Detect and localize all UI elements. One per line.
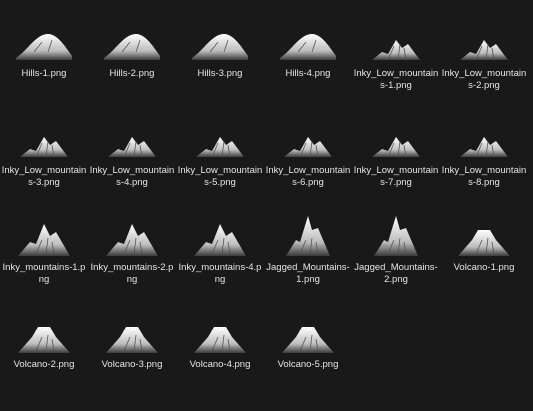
file-name-label: Volcano-2.png [13, 359, 75, 370]
file-name-label: Hills-1.png [21, 68, 67, 79]
file-name-label: Inky_Low_mountains-1.png [353, 68, 439, 91]
volcano-thumbnail-icon [278, 307, 338, 363]
file-tile[interactable]: Volcano-2.png [0, 299, 88, 395]
file-name-label: Inky_mountains-4.png [178, 262, 262, 285]
file-tile[interactable]: Inky_Low_mountains-1.png [352, 8, 440, 104]
file-name-label: Inky_mountains-1.png [2, 262, 86, 285]
file-name-label: Volcano-5.png [277, 359, 339, 370]
mountain-thumbnail-icon [454, 16, 514, 72]
file-tile[interactable]: Hills-4.png [264, 8, 352, 104]
mountain-thumbnail-icon [102, 113, 162, 169]
file-tile[interactable]: Hills-2.png [88, 8, 176, 104]
file-name-label: Inky_Low_mountains-4.png [89, 165, 175, 188]
file-name-label: Hills-3.png [197, 68, 243, 79]
mountain-thumbnail-icon [190, 113, 250, 169]
mountain-thumbnail-icon [14, 210, 74, 266]
file-tile[interactable]: Jagged_Mountains-2.png [352, 202, 440, 298]
file-name-label: Volcano-4.png [189, 359, 251, 370]
file-tile[interactable]: Volcano-3.png [88, 299, 176, 395]
file-name-label: Jagged_Mountains-1.png [266, 262, 350, 285]
hill-thumbnail-icon [14, 16, 74, 72]
file-name-label: Inky_mountains-2.png [90, 262, 174, 285]
file-tile[interactable]: Inky_Low_mountains-5.png [176, 105, 264, 201]
file-tile[interactable]: Inky_Low_mountains-8.png [440, 105, 528, 201]
volcano-thumbnail-icon [454, 210, 514, 266]
mountain-thumbnail-icon [102, 210, 162, 266]
volcano-thumbnail-icon [190, 307, 250, 363]
file-tile[interactable]: Inky_Low_mountains-7.png [352, 105, 440, 201]
file-tile[interactable]: Volcano-4.png [176, 299, 264, 395]
file-tile[interactable]: Inky_mountains-2.png [88, 202, 176, 298]
mountain-thumbnail-icon [190, 210, 250, 266]
file-tile[interactable]: Inky_Low_mountains-3.png [0, 105, 88, 201]
file-name-label: Hills-2.png [109, 68, 155, 79]
file-name-label: Jagged_Mountains-2.png [354, 262, 438, 285]
file-name-label: Inky_Low_mountains-3.png [1, 165, 87, 188]
file-tile[interactable]: Hills-3.png [176, 8, 264, 104]
file-tile[interactable]: Jagged_Mountains-1.png [264, 202, 352, 298]
volcano-thumbnail-icon [14, 307, 74, 363]
file-tile[interactable]: Inky_Low_mountains-2.png [440, 8, 528, 104]
mountain-thumbnail-icon [366, 16, 426, 72]
hill-thumbnail-icon [190, 16, 250, 72]
file-name-label: Volcano-3.png [101, 359, 163, 370]
jagged-mountain-thumbnail-icon [278, 210, 338, 266]
file-tile[interactable]: Volcano-5.png [264, 299, 352, 395]
file-name-label: Inky_Low_mountains-7.png [353, 165, 439, 188]
jagged-mountain-thumbnail-icon [366, 210, 426, 266]
file-thumbnail-grid: Hills-1.png Hills-2.png Hills-3.png Hills-4… [0, 0, 533, 411]
mountain-thumbnail-icon [454, 113, 514, 169]
file-name-label: Volcano-1.png [453, 262, 515, 273]
mountain-thumbnail-icon [366, 113, 426, 169]
mountain-thumbnail-icon [278, 113, 338, 169]
file-name-label: Inky_Low_mountains-2.png [441, 68, 527, 91]
file-tile[interactable]: Hills-1.png [0, 8, 88, 104]
file-name-label: Inky_Low_mountains-8.png [441, 165, 527, 188]
hill-thumbnail-icon [278, 16, 338, 72]
file-tile[interactable]: Inky_Low_mountains-4.png [88, 105, 176, 201]
file-name-label: Hills-4.png [285, 68, 331, 79]
file-tile[interactable]: Inky_mountains-1.png [0, 202, 88, 298]
file-name-label: Inky_Low_mountains-5.png [177, 165, 263, 188]
file-tile[interactable]: Volcano-1.png [440, 202, 528, 298]
file-tile[interactable]: Inky_mountains-4.png [176, 202, 264, 298]
file-name-label: Inky_Low_mountains-6.png [265, 165, 351, 188]
volcano-thumbnail-icon [102, 307, 162, 363]
file-tile[interactable]: Inky_Low_mountains-6.png [264, 105, 352, 201]
mountain-thumbnail-icon [14, 113, 74, 169]
hill-thumbnail-icon [102, 16, 162, 72]
